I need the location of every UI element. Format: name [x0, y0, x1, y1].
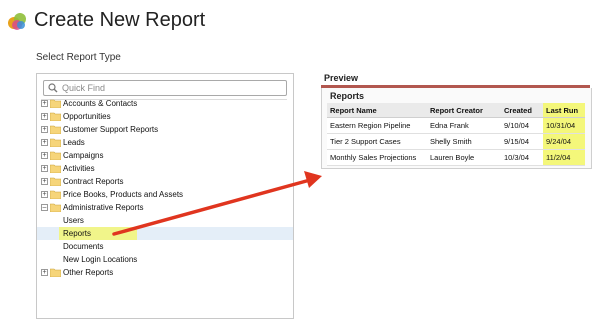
- callout-arrow-icon: [112, 171, 322, 236]
